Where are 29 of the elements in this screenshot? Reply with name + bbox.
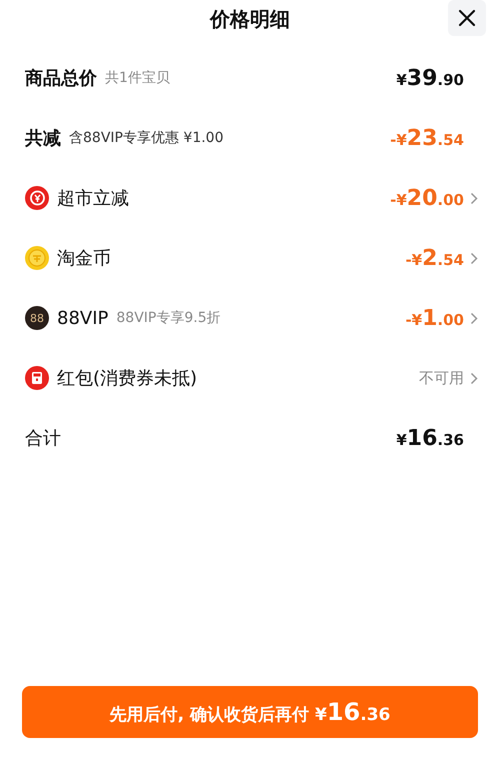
row-label: 88VIP [57, 308, 108, 328]
row-label: 淘金币 [57, 247, 111, 270]
pay-button[interactable]: 先用后付, 确认收货后再付 ¥16.36 [22, 686, 478, 738]
row-label: 红包(消费券未抵) [57, 367, 198, 390]
close-icon [458, 9, 476, 27]
row-label: 共减 [25, 127, 61, 150]
price-amount: -¥2.54 [405, 246, 464, 270]
row-note: 含88VIP专享优惠 ¥1.00 [69, 129, 224, 147]
price-amount: -¥1.00 [405, 306, 464, 330]
price-amount: ¥16.36 [396, 426, 464, 450]
row-label: 商品总价 [25, 67, 97, 90]
coupon-icon [25, 186, 49, 210]
envelope-icon [25, 366, 49, 390]
chevron-right-icon[interactable] [470, 252, 478, 264]
chevron-right-icon[interactable] [470, 312, 478, 324]
chevron-right-icon[interactable] [470, 192, 478, 204]
vip-badge: 88 [25, 306, 49, 330]
price-amount: ¥39.90 [396, 66, 464, 90]
price-amount: -¥23.54 [390, 126, 464, 150]
row-label: 合计 [25, 427, 61, 450]
chevron-right-icon[interactable] [470, 372, 478, 384]
status-text: 不可用 [419, 368, 464, 388]
price-amount: -¥20.00 [390, 186, 464, 210]
row-note: 88VIP专享9.5折 [116, 309, 221, 327]
coin-icon [25, 246, 49, 270]
close-button[interactable] [448, 0, 486, 36]
row-label: 超市立减 [57, 187, 129, 210]
row-note: 共1件宝贝 [105, 69, 170, 87]
sheet-title: 价格明细 [210, 6, 290, 32]
